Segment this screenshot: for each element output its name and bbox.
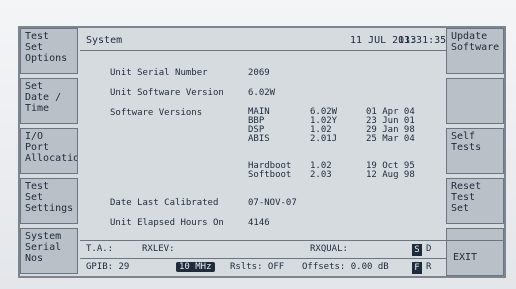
exit-button[interactable]: EXIT: [446, 240, 504, 276]
f-flag: F: [412, 262, 422, 274]
clock-pill-text: 10 MHz: [176, 262, 215, 272]
software-versions-label: Software Versions: [110, 108, 203, 118]
softkey-self-tests[interactable]: Self Tests: [446, 128, 504, 174]
time-readout: 13:31:35: [398, 35, 447, 46]
softkey-set-date-time[interactable]: Set Date / Time: [20, 78, 78, 124]
softkey-test-set-settings[interactable]: Test Set Settings: [20, 178, 78, 224]
software-version-value: 6.02W: [248, 88, 276, 98]
top-bar: System 11 JUL 2013 13:31:35: [80, 34, 446, 51]
softkey-update-software[interactable]: Update Software: [446, 28, 504, 74]
serial-number-label: Unit Serial Number: [110, 68, 208, 78]
softkey-label: Self Tests: [451, 131, 482, 153]
softkey-io-port-allocation[interactable]: I/O Port Allocation: [20, 128, 78, 174]
boot-component: Softboot: [248, 170, 292, 180]
softkey-blank-1[interactable]: [446, 78, 504, 124]
clock-pill: 10 MHz: [176, 262, 215, 272]
rxqual-label: RXQUAL:: [310, 244, 348, 254]
softkey-label: Update Software: [451, 31, 500, 53]
serial-number-value: 2069: [248, 68, 270, 78]
rxlev-label: RXLEV:: [142, 244, 175, 254]
softkey-label: I/O Port Allocation: [25, 131, 77, 164]
date-last-calibrated-label: Date Last Calibrated: [110, 198, 219, 208]
softkey-label: Set Date / Time: [25, 81, 62, 114]
softkey-label: Test Set Options: [25, 31, 68, 64]
elapsed-hours-label: Unit Elapsed Hours On: [110, 218, 224, 228]
boot-date: 12 Aug 98: [366, 170, 415, 180]
sv-date: 25 Mar 04: [366, 134, 415, 144]
ta-label: T.A.:: [86, 244, 114, 254]
r-flag: R: [426, 262, 432, 272]
offsets-label: Offsets: 0.00 dB: [302, 262, 389, 272]
exit-label: EXIT: [453, 252, 478, 263]
software-version-label: Unit Software Version: [110, 88, 224, 98]
softkey-system-serial-nos[interactable]: System Serial Nos: [20, 228, 78, 274]
sv-version: 2.01J: [310, 134, 338, 144]
status-bar: T.A.: RXLEV: RXQUAL: S D GPIB: 29 10 MHz…: [80, 240, 446, 276]
date-last-calibrated-value: 07-NOV-07: [248, 198, 297, 208]
softkey-label: Reset Test Set: [451, 181, 482, 214]
softkey-label: Test Set Settings: [25, 181, 74, 214]
boot-version: 2.03: [310, 170, 332, 180]
page-title: System: [86, 35, 123, 46]
elapsed-hours-value: 4146: [248, 218, 270, 228]
status-line-1: T.A.: RXLEV: RXQUAL: S D: [80, 241, 446, 259]
status-line-2: GPIB: 29 10 MHz Rslts: OFF Offsets: 0.00…: [80, 259, 446, 276]
instrument-screen: Test Set Options Set Date / Time I/O Por…: [18, 26, 506, 278]
softkey-reset-test-set[interactable]: Reset Test Set: [446, 178, 504, 224]
gpib-label: GPIB: 29: [86, 262, 130, 272]
system-info-panel: Unit Serial Number 2069 Unit Software Ve…: [80, 58, 446, 228]
s-flag: S: [412, 244, 422, 256]
d-flag: D: [426, 244, 432, 254]
sv-component: ABIS: [248, 134, 270, 144]
softkey-label: System Serial Nos: [25, 231, 62, 264]
rslts-label: Rslts: OFF: [230, 262, 285, 272]
softkey-test-set-options[interactable]: Test Set Options: [20, 28, 78, 74]
